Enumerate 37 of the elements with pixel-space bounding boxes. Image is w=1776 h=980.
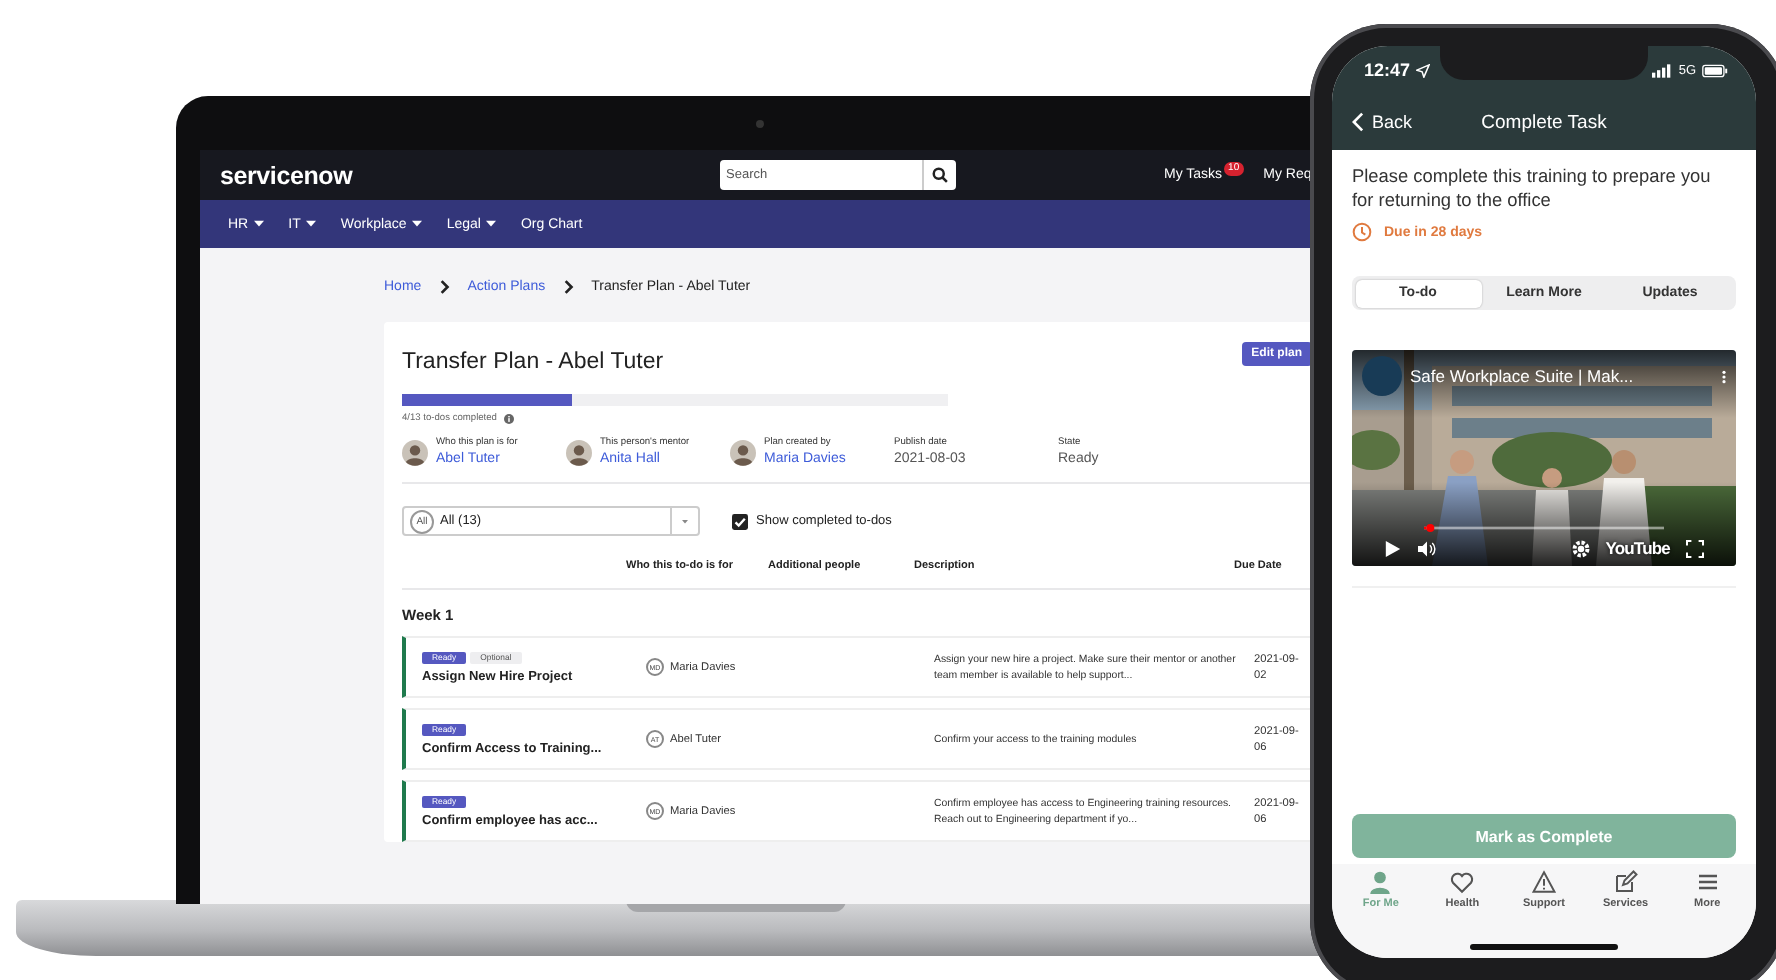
clock-icon xyxy=(1352,222,1372,242)
battery-icon xyxy=(1702,63,1728,77)
camera-icon xyxy=(756,120,764,128)
brand-logo: servicenow xyxy=(220,161,355,189)
video-title: Safe Workplace Suite | Mak... xyxy=(1410,366,1636,386)
task-message: Please complete this training to prepare you for returning to the office xyxy=(1352,164,1713,212)
video-platform-logo: YouTube xyxy=(1605,538,1670,558)
caret-icon xyxy=(682,519,688,523)
location-arrow-icon xyxy=(1416,63,1431,77)
status-time: 12:47 xyxy=(1364,60,1411,80)
caret-icon xyxy=(412,220,423,228)
avatar-icon xyxy=(730,439,756,465)
caret-icon xyxy=(306,220,317,228)
screen-title: Complete Task xyxy=(1481,111,1607,133)
info-icon[interactable] xyxy=(504,414,515,424)
person-icon xyxy=(1368,870,1393,894)
edit-icon xyxy=(1613,870,1638,894)
caret-icon xyxy=(254,220,265,228)
volume-icon[interactable] xyxy=(1418,539,1436,557)
heart-icon xyxy=(1450,870,1475,894)
checkbox[interactable] xyxy=(732,513,748,529)
video-player[interactable]: Safe Workplace Suite | Mak... YouTube xyxy=(1352,350,1736,566)
menu-icon xyxy=(1695,870,1720,894)
caret-icon xyxy=(486,220,497,228)
chevron-icon xyxy=(563,279,574,293)
play-icon[interactable] xyxy=(1384,539,1402,557)
fullscreen-icon[interactable] xyxy=(1686,539,1704,557)
back-link[interactable]: Back xyxy=(1352,112,1440,132)
warning-icon xyxy=(1531,870,1556,894)
avatar-icon xyxy=(566,439,592,465)
settings-icon[interactable] xyxy=(1571,539,1590,557)
chevron-icon xyxy=(439,279,450,293)
back-icon xyxy=(1352,112,1364,132)
avatar-icon xyxy=(402,439,428,465)
search-icon[interactable] xyxy=(922,160,956,190)
plan-title: Transfer Plan - Abel Tuter xyxy=(402,350,664,374)
signal-icon xyxy=(1652,63,1673,77)
